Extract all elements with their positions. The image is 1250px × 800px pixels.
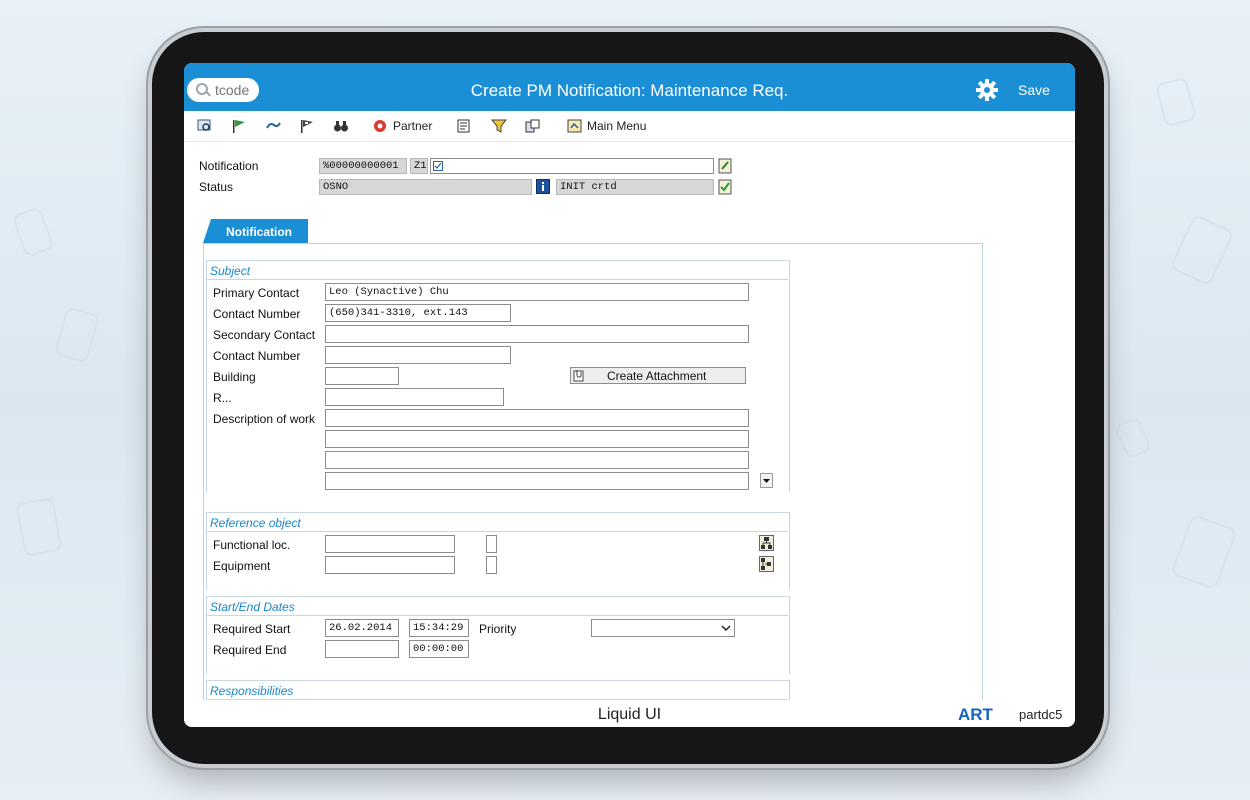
secondary-contact-label: Secondary Contact <box>213 328 316 342</box>
subject-group-title: Subject <box>210 264 251 278</box>
page-title: Create PM Notification: Maintenance Req. <box>470 81 789 100</box>
header-bar: Create PM Notification: Maintenance Req.… <box>184 63 1075 111</box>
required-start-date-field[interactable]: 26.02.2014 <box>325 619 399 637</box>
group-divider <box>206 615 788 616</box>
create-attachment-button[interactable]: Create Attachment <box>570 367 746 384</box>
display-icon[interactable] <box>197 119 213 133</box>
flag-checkered-icon[interactable] <box>299 119 315 133</box>
group-divider <box>206 531 788 532</box>
gear-icon[interactable] <box>975 78 999 102</box>
info-icon[interactable] <box>536 179 550 194</box>
description-line-3[interactable] <box>325 451 749 469</box>
footer-bar: Liquid UI ART partdc5 <box>184 700 1075 727</box>
description-line-1[interactable] <box>325 409 749 427</box>
structure-icon[interactable] <box>759 535 774 551</box>
footer-brand: Liquid UI <box>597 706 662 723</box>
functional-loc-label: Functional loc. <box>213 538 291 552</box>
flag-green-icon[interactable] <box>231 119 247 133</box>
tab-notification[interactable]: Notification <box>203 219 308 243</box>
background-shape <box>1170 513 1238 591</box>
reference-object-title: Reference object <box>210 516 301 530</box>
functional-loc-extra-field[interactable] <box>486 535 497 553</box>
toolbar: Partner Main Menu <box>184 111 1075 142</box>
server-name: partdc5 <box>1019 707 1063 722</box>
create-attachment-label: Create Attachment <box>607 369 707 383</box>
background-shape <box>15 497 63 557</box>
functional-loc-field[interactable] <box>325 535 455 553</box>
status-field: OSNO <box>319 179 532 195</box>
priority-label: Priority <box>479 622 517 636</box>
contact-number-2-label: Contact Number <box>213 349 301 363</box>
binoculars-icon[interactable] <box>333 119 349 133</box>
room-label: R... <box>213 391 232 405</box>
building-label: Building <box>213 370 256 384</box>
funnel-icon[interactable] <box>491 119 507 133</box>
main-menu-icon[interactable] <box>567 119 583 133</box>
tab-notification-label: Notification <box>226 225 292 239</box>
background-shape <box>1113 416 1153 460</box>
primary-contact-label: Primary Contact <box>213 286 300 300</box>
start-end-dates-title: Start/End Dates <box>210 600 295 614</box>
contact-number-field[interactable]: (650)341-3310, ext.143 <box>325 304 511 322</box>
attachment-icon <box>573 370 584 382</box>
secondary-contact-field[interactable] <box>325 325 749 343</box>
objects-icon[interactable] <box>525 119 541 133</box>
status-label: Status <box>199 180 234 194</box>
equipment-extra-field[interactable] <box>486 556 497 574</box>
chevron-down-icon <box>721 625 731 632</box>
room-field[interactable] <box>325 388 504 406</box>
status-text-field: INIT crtd <box>556 179 714 195</box>
priority-select[interactable] <box>591 619 735 637</box>
checkbox-icon <box>433 161 443 171</box>
description-line-4[interactable] <box>325 472 749 490</box>
description-of-work-label: Description of work <box>213 412 316 426</box>
main-menu-button-label[interactable]: Main Menu <box>587 119 646 133</box>
art-badge: ART <box>958 705 993 724</box>
background-shape <box>1169 213 1235 287</box>
primary-contact-field[interactable]: Leo (Synactive) Chu <box>325 283 749 301</box>
chevron-down-icon <box>763 479 770 483</box>
partner-button-label[interactable]: Partner <box>393 119 432 133</box>
description-line-2[interactable] <box>325 430 749 448</box>
hierarchy-icon[interactable] <box>759 556 774 572</box>
notification-number-field: %00000000001 <box>319 158 407 174</box>
required-end-label: Required End <box>213 643 287 657</box>
document-icon[interactable] <box>456 119 472 133</box>
equipment-label: Equipment <box>213 559 271 573</box>
responsibilities-title: Responsibilities <box>210 684 294 698</box>
scroll-down-button[interactable] <box>760 473 773 488</box>
required-end-time-field[interactable]: 00:00:00 <box>409 640 469 658</box>
long-text-edit-icon[interactable] <box>718 158 732 174</box>
notification-type-field: Z1 <box>410 158 428 174</box>
app-screen: Create PM Notification: Maintenance Req.… <box>184 63 1075 727</box>
notification-description-field[interactable] <box>430 158 714 174</box>
equipment-field[interactable] <box>325 556 455 574</box>
required-start-time-field[interactable]: 15:34:29 <box>409 619 469 637</box>
notification-label: Notification <box>199 159 259 173</box>
group-divider <box>206 279 788 280</box>
building-field[interactable] <box>325 367 399 385</box>
background-shape <box>11 206 55 258</box>
background-shape <box>54 306 100 364</box>
status-check-icon[interactable] <box>718 179 732 195</box>
link-icon[interactable] <box>265 119 281 133</box>
partner-icon[interactable] <box>372 119 388 133</box>
required-start-label: Required Start <box>213 622 291 636</box>
save-button[interactable]: Save <box>1018 82 1050 98</box>
background-shape <box>1154 76 1198 128</box>
contact-number-label: Contact Number <box>213 307 301 321</box>
required-end-date-field[interactable] <box>325 640 399 658</box>
contact-number-2-field[interactable] <box>325 346 511 364</box>
